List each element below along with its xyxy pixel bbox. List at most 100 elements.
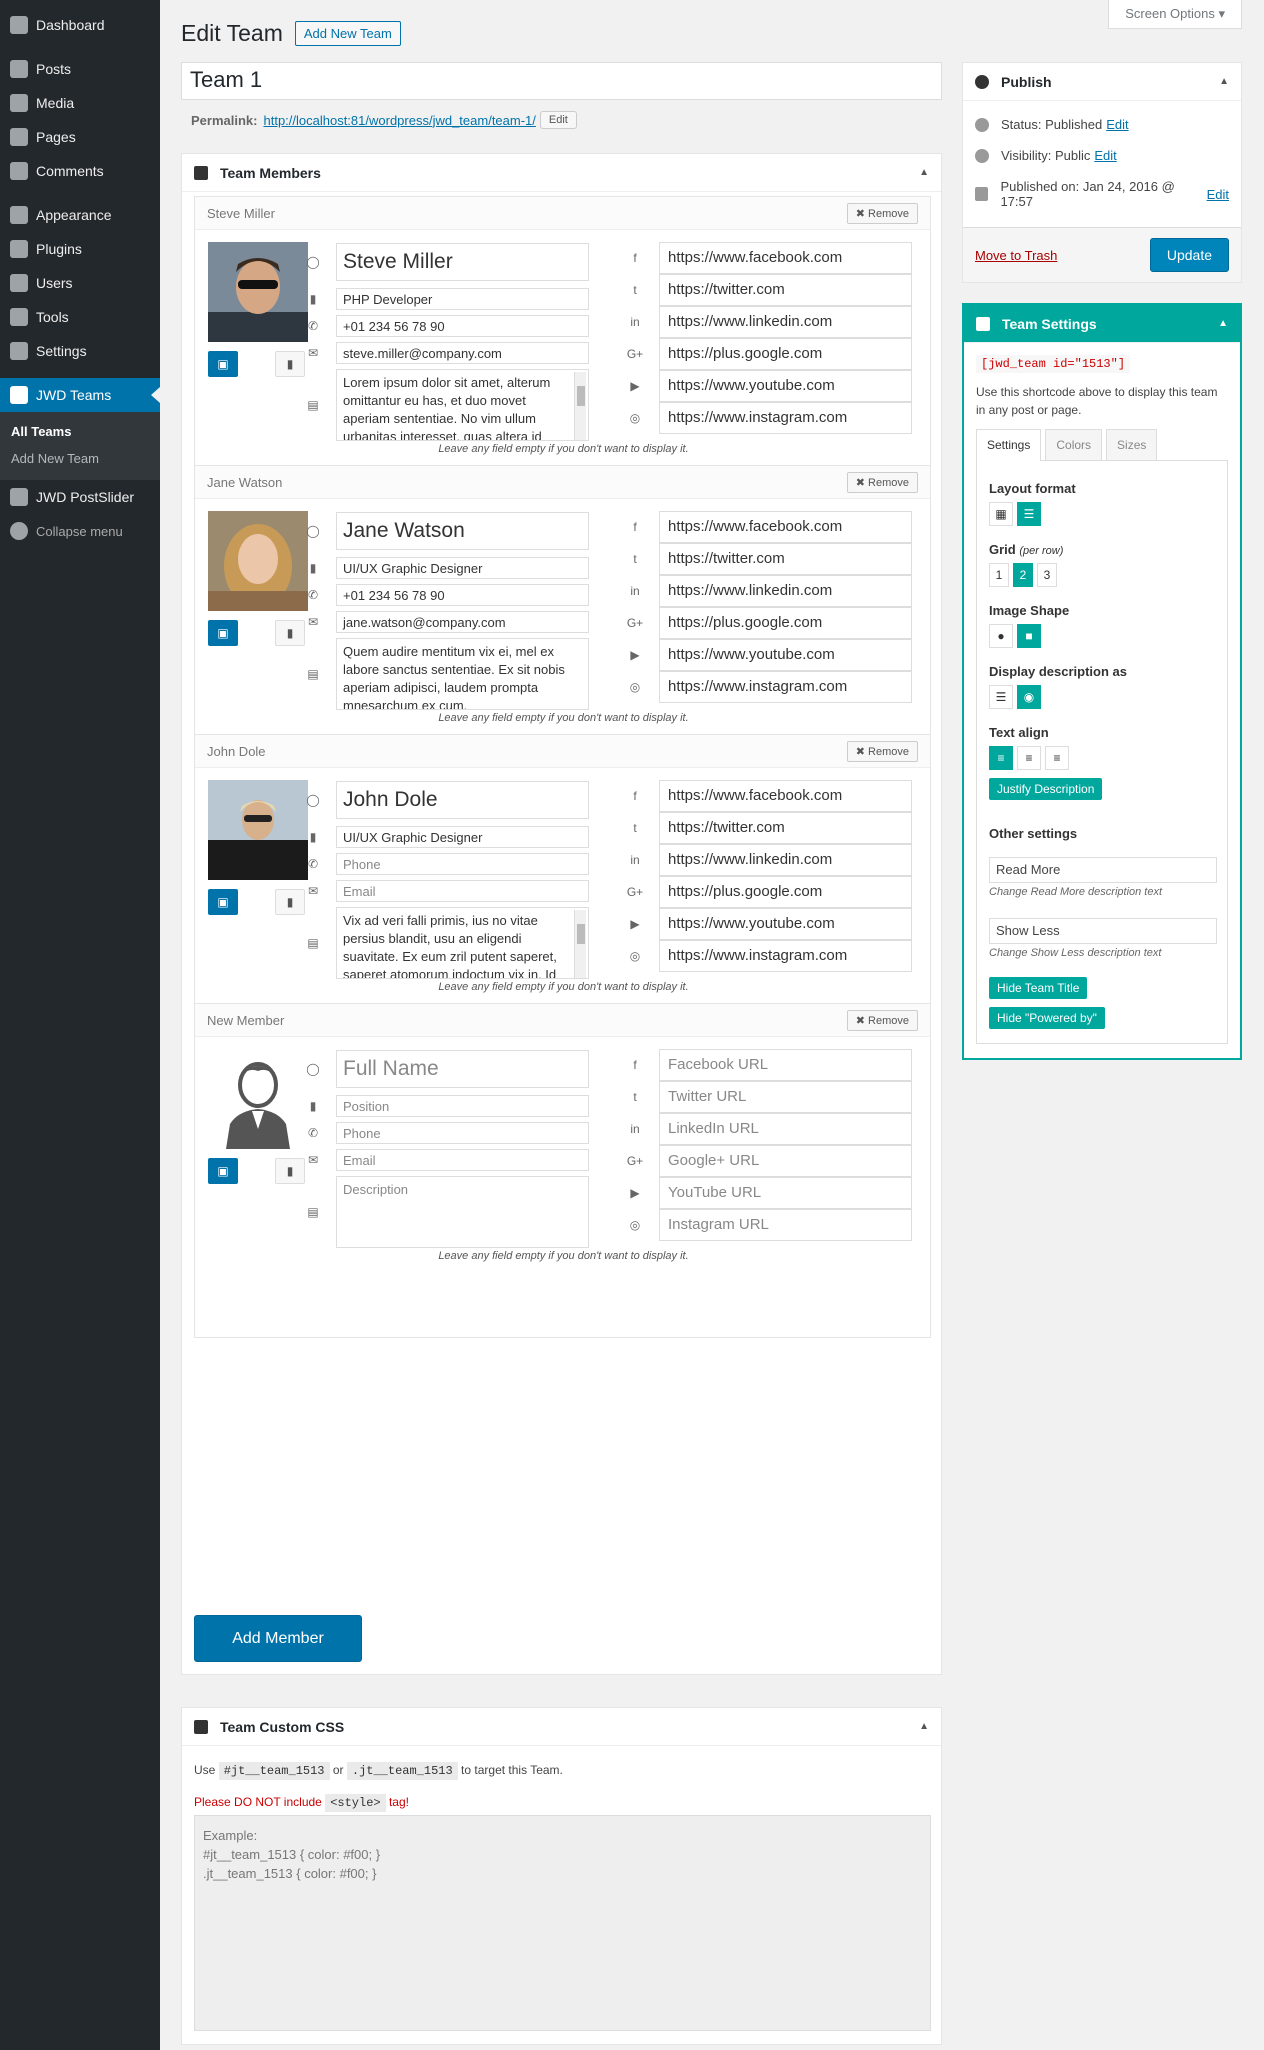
align-right-icon[interactable]: ≡	[1045, 746, 1069, 770]
delete-photo-button[interactable]: ▮	[275, 620, 305, 646]
linkedin-url-input[interactable]: https://www.linkedin.com	[659, 844, 912, 876]
member-phone-input[interactable]: Phone	[336, 853, 589, 875]
member-phone-input[interactable]: +01 234 56 78 90	[336, 315, 589, 337]
google-plus-url-input[interactable]: https://plus.google.com	[659, 876, 912, 908]
member-phone-input[interactable]: Phone	[336, 1122, 589, 1144]
remove-member-button[interactable]: ✖ Remove	[846, 202, 918, 224]
instagram-url-input[interactable]: Instagram URL	[659, 1209, 912, 1241]
collapse-arrow-icon[interactable]: ▲	[1218, 318, 1228, 329]
tab-sizes[interactable]: Sizes	[1106, 429, 1158, 460]
menu-collapse[interactable]: Collapse menu	[0, 514, 160, 548]
youtube-url-input[interactable]: https://www.youtube.com	[659, 370, 912, 402]
hide-powered-by-button[interactable]: Hide "Powered by"	[989, 1007, 1105, 1029]
grid-option-3[interactable]: 3	[1037, 563, 1057, 587]
linkedin-url-input[interactable]: https://www.linkedin.com	[659, 306, 912, 338]
instagram-url-input[interactable]: https://www.instagram.com	[659, 940, 912, 972]
delete-photo-button[interactable]: ▮	[275, 889, 305, 915]
tooltip-desc-icon[interactable]: ◉	[1017, 685, 1041, 709]
member-description-textarea[interactable]: Description	[336, 1176, 589, 1248]
permalink-edit-button[interactable]: Edit	[539, 111, 577, 129]
member-description-textarea[interactable]: Lorem ipsum dolor sit amet, alterum omit…	[336, 369, 589, 441]
member-email-input[interactable]: Email	[336, 1149, 589, 1171]
remove-member-button[interactable]: ✖ Remove	[846, 471, 918, 493]
upload-photo-button[interactable]: ▣	[208, 351, 238, 377]
youtube-url-input[interactable]: https://www.youtube.com	[659, 639, 912, 671]
instagram-url-input[interactable]: https://www.instagram.com	[659, 402, 912, 434]
custom-css-textarea[interactable]: Example: #jt__team_1513 { color: #f00; }…	[194, 1815, 931, 2031]
shortcode[interactable]: [jwd_team id="1513"]	[976, 355, 1131, 373]
facebook-url-input[interactable]: https://www.facebook.com	[659, 780, 912, 812]
google-plus-url-input[interactable]: https://plus.google.com	[659, 338, 912, 370]
facebook-url-input[interactable]: https://www.facebook.com	[659, 242, 912, 274]
upload-photo-button[interactable]: ▣	[208, 889, 238, 915]
menu-users[interactable]: Users	[0, 266, 160, 300]
menu-dashboard[interactable]: Dashboard	[0, 8, 160, 42]
menu-media[interactable]: Media	[0, 86, 160, 120]
youtube-url-input[interactable]: https://www.youtube.com	[659, 908, 912, 940]
facebook-url-input[interactable]: Facebook URL	[659, 1049, 912, 1081]
twitter-url-input[interactable]: https://twitter.com	[659, 274, 912, 306]
grid-layout-icon[interactable]: ▦	[989, 502, 1013, 526]
tab-colors[interactable]: Colors	[1045, 429, 1103, 460]
menu-comments[interactable]: Comments	[0, 154, 160, 188]
member-position-input[interactable]: Position	[336, 1095, 589, 1117]
menu-pages[interactable]: Pages	[0, 120, 160, 154]
align-left-icon[interactable]: ≡	[989, 746, 1013, 770]
scrollbar[interactable]	[574, 910, 586, 978]
grid-option-1[interactable]: 1	[989, 563, 1009, 587]
justify-description-button[interactable]: Justify Description	[989, 778, 1103, 800]
member-name-input[interactable]: Steve Miller	[336, 243, 589, 281]
youtube-url-input[interactable]: YouTube URL	[659, 1177, 912, 1209]
member-email-input[interactable]: Email	[336, 880, 589, 902]
menu-tools[interactable]: Tools	[0, 300, 160, 334]
member-position-input[interactable]: PHP Developer	[336, 288, 589, 310]
collapse-arrow-icon[interactable]: ▲	[1219, 76, 1229, 87]
submenu-all-teams[interactable]: All Teams	[0, 418, 160, 445]
google-plus-url-input[interactable]: https://plus.google.com	[659, 607, 912, 639]
permalink-link[interactable]: http://localhost:81/wordpress/jwd_team/t…	[263, 113, 535, 128]
move-to-trash-link[interactable]: Move to Trash	[975, 248, 1057, 263]
menu-appearance[interactable]: Appearance	[0, 198, 160, 232]
member-phone-input[interactable]: +01 234 56 78 90	[336, 584, 589, 606]
tab-settings[interactable]: Settings	[976, 429, 1042, 461]
upload-photo-button[interactable]: ▣	[208, 1158, 238, 1184]
collapse-arrow-icon[interactable]: ▲	[919, 1721, 929, 1732]
screen-options-button[interactable]: Screen Options ▾	[1108, 0, 1242, 29]
delete-photo-button[interactable]: ▮	[275, 351, 305, 377]
linkedin-url-input[interactable]: LinkedIn URL	[659, 1113, 912, 1145]
scrollbar[interactable]	[574, 372, 586, 440]
google-plus-url-input[interactable]: Google+ URL	[659, 1145, 912, 1177]
post-title-input[interactable]: Team 1	[181, 62, 942, 100]
list-desc-icon[interactable]: ☰	[989, 685, 1013, 709]
add-member-button[interactable]: Add Member	[194, 1615, 362, 1662]
submenu-add-new-team[interactable]: Add New Team	[0, 445, 160, 472]
menu-posts[interactable]: Posts	[0, 52, 160, 86]
remove-member-button[interactable]: ✖ Remove	[846, 1009, 918, 1031]
upload-photo-button[interactable]: ▣	[208, 620, 238, 646]
team-members-header[interactable]: Team Members ▲	[182, 154, 941, 192]
instagram-url-input[interactable]: https://www.instagram.com	[659, 671, 912, 703]
linkedin-url-input[interactable]: https://www.linkedin.com	[659, 575, 912, 607]
hide-team-title-button[interactable]: Hide Team Title	[989, 977, 1088, 999]
date-edit-link[interactable]: Edit	[1207, 187, 1229, 202]
menu-jwd-teams[interactable]: JWD Teams	[0, 378, 160, 412]
menu-settings[interactable]: Settings	[0, 334, 160, 368]
twitter-url-input[interactable]: Twitter URL	[659, 1081, 912, 1113]
twitter-url-input[interactable]: https://twitter.com	[659, 543, 912, 575]
custom-css-header[interactable]: Team Custom CSS ▲	[182, 1708, 941, 1746]
twitter-url-input[interactable]: https://twitter.com	[659, 812, 912, 844]
show-less-input[interactable]: Show Less	[989, 918, 1217, 944]
member-email-input[interactable]: steve.miller@company.com	[336, 342, 589, 364]
list-layout-icon[interactable]: ☰	[1017, 502, 1041, 526]
circle-shape-icon[interactable]: ●	[989, 624, 1013, 648]
facebook-url-input[interactable]: https://www.facebook.com	[659, 511, 912, 543]
add-new-team-button[interactable]: Add New Team	[294, 21, 401, 46]
publish-header[interactable]: Publish ▲	[963, 63, 1241, 101]
status-edit-link[interactable]: Edit	[1106, 117, 1128, 132]
team-settings-header[interactable]: Team Settings ▲	[964, 305, 1240, 343]
remove-member-button[interactable]: ✖ Remove	[846, 740, 918, 762]
visibility-edit-link[interactable]: Edit	[1094, 148, 1116, 163]
member-name-input[interactable]: Jane Watson	[336, 512, 589, 550]
square-shape-icon[interactable]: ■	[1017, 624, 1041, 648]
update-button[interactable]: Update	[1149, 238, 1229, 272]
